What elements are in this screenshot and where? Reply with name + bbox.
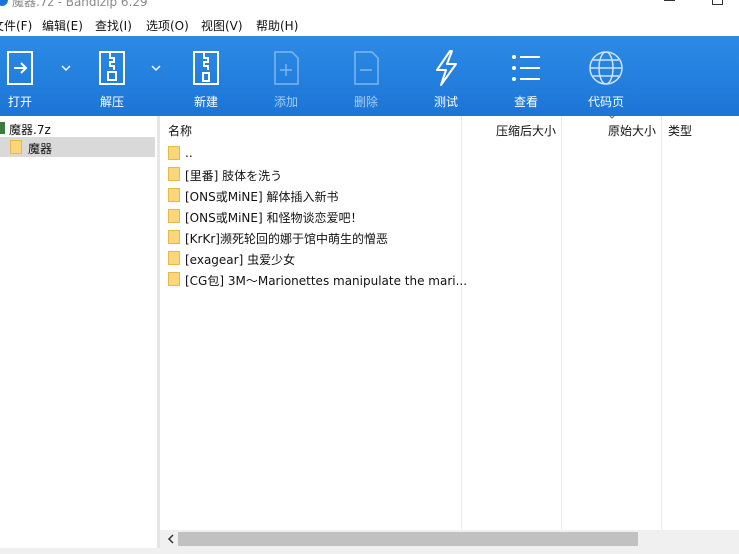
new-archive-button[interactable]: 新建 <box>171 36 241 116</box>
column-header-original-size[interactable]: 原始大小 <box>608 122 656 139</box>
toolbar: 打开 解压 新建 添加 删除 测试 查看 代码页 <box>0 36 739 116</box>
delete-label: 删除 <box>353 95 378 109</box>
status-bar <box>0 548 739 554</box>
open-dropdown-icon[interactable] <box>60 62 72 74</box>
list-view-icon <box>512 55 540 81</box>
column-divider <box>561 116 562 530</box>
file-name: .. <box>185 146 193 160</box>
window-title: 魔器.7z - Bandizip 6.29 <box>12 0 148 9</box>
sort-down-icon <box>609 114 615 119</box>
test-button[interactable]: 测试 <box>411 36 481 116</box>
file-name: [里番] 肢体を洗う <box>185 169 283 183</box>
open-button[interactable]: 打开 <box>0 36 55 116</box>
folder-icon <box>168 272 180 286</box>
file-row[interactable]: .. <box>160 143 460 163</box>
extract-label: 解压 <box>99 95 124 109</box>
new-archive-icon <box>193 51 219 85</box>
open-icon <box>7 51 33 85</box>
folder-icon <box>168 188 180 202</box>
file-name: [ONS或MiNE] 和怪物谈恋爱吧！ <box>185 211 363 225</box>
codepage-label: 代码页 <box>587 95 624 109</box>
maximize-button[interactable] <box>712 0 723 5</box>
view-label: 查看 <box>513 95 538 109</box>
tree-item-label: 魔器 <box>28 142 53 156</box>
codepage-button[interactable]: 代码页 <box>571 36 641 116</box>
test-label: 测试 <box>433 95 458 109</box>
horizontal-scrollbar[interactable] <box>160 530 739 548</box>
menu-edit[interactable]: 编辑(E) <box>42 17 83 34</box>
file-row[interactable]: [KrKr]濒死轮回的娜于馆中萌生的憎恶 <box>160 227 460 247</box>
tree-root-label: 魔器.7z <box>9 123 51 137</box>
column-header-type[interactable]: 类型 <box>668 122 692 139</box>
column-divider <box>461 116 462 530</box>
menu-options[interactable]: 选项(O) <box>146 17 189 34</box>
folder-icon <box>168 230 180 244</box>
folder-icon <box>168 251 180 265</box>
column-header-name[interactable]: 名称 <box>168 122 192 139</box>
file-name: [KrKr]濒死轮回的娜于馆中萌生的憎恶 <box>185 232 388 246</box>
extract-dropdown-icon[interactable] <box>150 62 162 74</box>
tree-root-archive[interactable]: 魔器.7z <box>0 120 157 137</box>
menu-bar: 文件(F) 编辑(E) 查找(I) 选项(O) 视图(V) 帮助(H) <box>0 12 739 36</box>
folder-icon <box>168 209 180 223</box>
menu-find[interactable]: 查找(I) <box>95 17 132 34</box>
file-name: [exagear] 虫爱少女 <box>185 253 296 267</box>
file-name: [ONS或MiNE] 解体插入新书 <box>185 190 339 204</box>
folder-icon <box>168 167 180 181</box>
menu-file[interactable]: 文件(F) <box>0 17 32 34</box>
open-label: 打开 <box>7 95 32 109</box>
folder-tree: 魔器.7z 魔器 <box>0 116 157 548</box>
file-name: [CG包] 3M～Marionettes manipulate the mari… <box>185 274 468 288</box>
menu-help[interactable]: 帮助(H) <box>256 17 298 34</box>
bandizip-app-icon <box>0 0 8 6</box>
new-archive-label: 新建 <box>193 95 218 109</box>
folder-icon <box>10 140 22 154</box>
globe-icon <box>589 51 623 85</box>
delete-button[interactable]: 删除 <box>331 36 401 116</box>
column-divider <box>661 116 662 530</box>
file-list: 名称 压缩后大小 原始大小 类型 .. [里番] 肢体を洗う [ONS或MiNE… <box>160 114 739 548</box>
file-row[interactable]: [里番] 肢体を洗う <box>160 164 460 184</box>
delete-file-icon <box>354 51 379 85</box>
folder-icon <box>168 146 180 160</box>
archive-icon <box>0 122 5 134</box>
scroll-left-icon[interactable] <box>166 534 176 544</box>
file-row[interactable]: [ONS或MiNE] 和怪物谈恋爱吧！ <box>160 206 460 226</box>
lightning-icon <box>436 50 457 86</box>
menu-view[interactable]: 视图(V) <box>201 17 243 34</box>
extract-button[interactable]: 解压 <box>77 36 147 116</box>
title-bar: 魔器.7z - Bandizip 6.29 <box>0 0 739 12</box>
add-label: 添加 <box>273 95 298 109</box>
file-row[interactable]: [ONS或MiNE] 解体插入新书 <box>160 185 460 205</box>
view-button[interactable]: 查看 <box>491 36 561 116</box>
tree-item-folder[interactable]: 魔器 <box>0 137 155 157</box>
add-file-icon <box>274 51 299 85</box>
scrollbar-thumb[interactable] <box>178 532 638 546</box>
file-row[interactable]: [CG包] 3M～Marionettes manipulate the mari… <box>160 269 467 289</box>
minimize-button[interactable] <box>664 0 676 6</box>
add-button[interactable]: 添加 <box>251 36 321 116</box>
extract-icon <box>99 51 125 85</box>
column-header-packed-size[interactable]: 压缩后大小 <box>496 122 556 139</box>
file-row[interactable]: [exagear] 虫爱少女 <box>160 248 460 268</box>
